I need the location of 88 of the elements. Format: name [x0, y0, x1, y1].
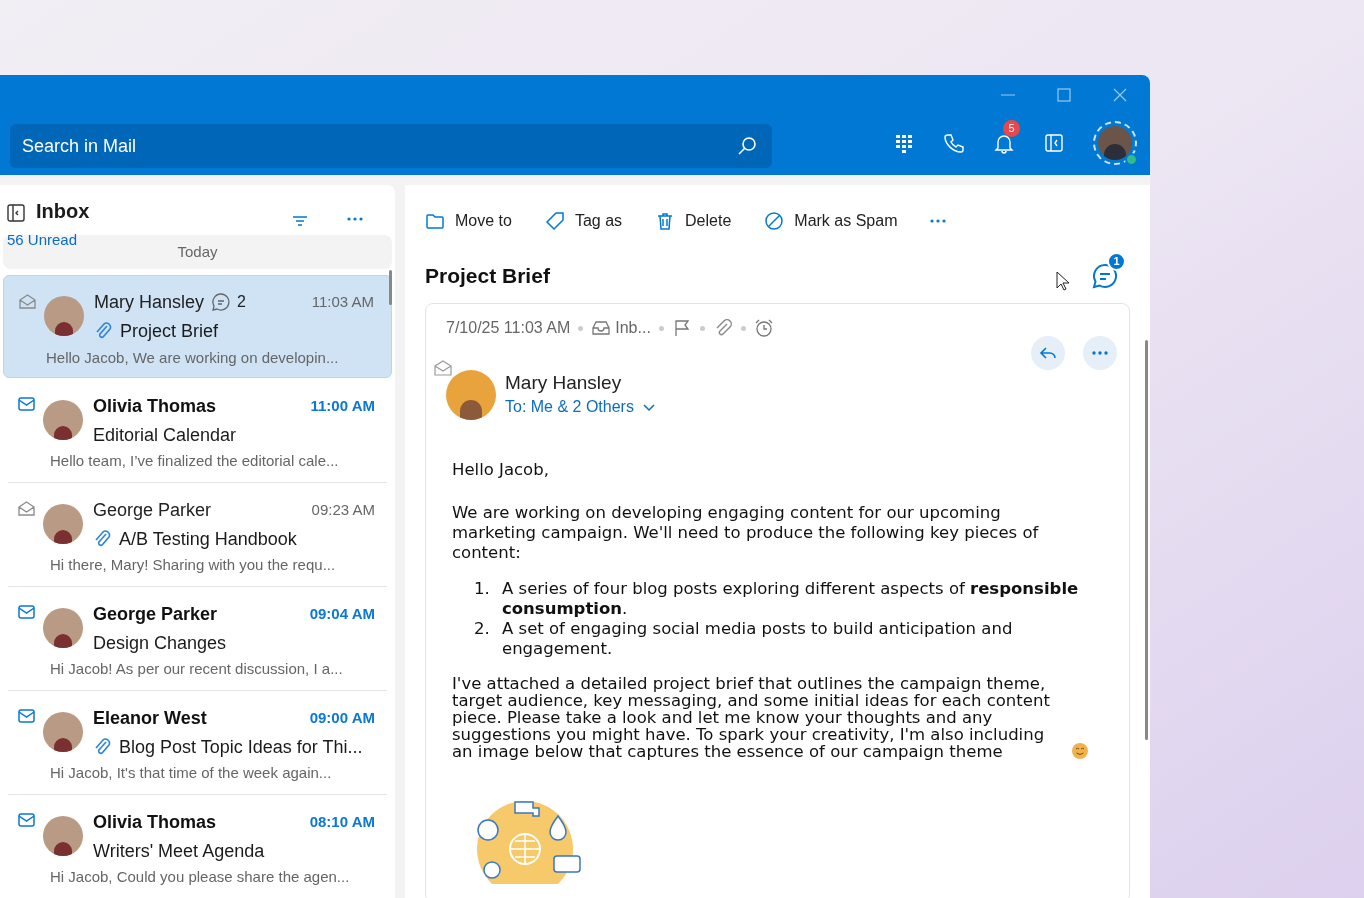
message-list-item[interactable]: Mary Hansley 2 11:03 AM Project Brief Hello Jacob, We are working on developin... [3, 275, 392, 378]
list-item-text: A series of four blog posts exploring different aspects of responsible consumption. [502, 578, 1080, 619]
avatar-photo [44, 296, 84, 336]
blocked-icon [764, 211, 785, 231]
more-icon [1092, 351, 1108, 355]
folder-icon [425, 211, 445, 231]
avatar-photo [43, 816, 83, 856]
sender-name: Eleanor West [93, 706, 207, 730]
message-preview: Hi Jacob, Could you please share the agen... [50, 867, 350, 887]
message-list-item[interactable]: Olivia Thomas 08:10 AM Writers' Meet Agenda Hi Jacob, Could you please share the agen... [8, 795, 387, 898]
message-folder: Inb... [615, 318, 651, 338]
received-time: 09:04 AM [309, 603, 375, 624]
bell-icon[interactable] [993, 132, 1015, 154]
toolbar-button[interactable]: Delete [655, 209, 732, 233]
smiling-face-icon [1071, 741, 1089, 760]
toolbar-button[interactable]: Move to [425, 209, 512, 233]
message-preview: Hello team, I’ve finalized the editorial cale... [50, 451, 339, 471]
reply-button[interactable] [1031, 336, 1065, 370]
comment-count: 2 [237, 292, 246, 312]
message-list-item[interactable]: George Parker 09:23 AM A/B Testing Handbook Hi there, Mary! Sharing with you the requ... [8, 483, 387, 587]
greeting-text: Hello Jacob, [452, 459, 550, 481]
avatar-photo [43, 712, 83, 752]
unread-count: 56 Unread [7, 230, 78, 250]
avatar-photo [43, 504, 83, 544]
more-actions-button[interactable] [1083, 336, 1117, 370]
avatar-photo [43, 400, 83, 440]
sender-avatar-photo [446, 370, 496, 420]
list-number: 2. [474, 618, 491, 640]
body-paragraph: I've attached a detailed project brief that outlines the campaign theme, target audience, key messaging, and some initial ideas for each content piece. Please take a look and let me know your thoughts and any suggestions you might have. To spark your creativity, I'm also including an image below that captures the essence of our campaign theme [452, 674, 1051, 760]
avatar-photo [43, 608, 83, 648]
message-subject: Project Brief [120, 319, 219, 343]
folder-title: Inbox [36, 199, 90, 223]
message-preview: Hi Jacob, It's that time of the week again... [50, 763, 332, 783]
notification-badge: 5 [1003, 120, 1020, 137]
tag-icon [544, 211, 565, 231]
search-icon[interactable] [736, 135, 758, 157]
sender-name: Olivia Thomas [93, 394, 217, 418]
phone-icon[interactable] [943, 132, 965, 154]
message-list-item[interactable]: George Parker 09:04 AM Design Changes Hi Jacob! As per our recent discussion, I a... [8, 587, 387, 691]
message-subject: Design Changes [93, 631, 227, 655]
message-subject: Editorial Calendar [93, 423, 237, 447]
message-list-item[interactable]: Olivia Thomas 11:00 AM Editorial Calendar Hello team, I’ve finalized the editorial cale... [8, 379, 387, 483]
sender-name: George Parker [93, 602, 218, 626]
envelope-icon[interactable] [18, 709, 35, 723]
recipients-link[interactable]: To: Me & 2 Others [505, 395, 634, 419]
inbox-tray-icon [591, 319, 612, 337]
list-item-text: A set of engaging social media posts to build anticipation and engagement. [502, 618, 1014, 659]
comment-icon [211, 292, 232, 312]
cursor-icon [1056, 271, 1070, 291]
received-time: 09:23 AM [311, 499, 375, 520]
sender-name: Olivia Thomas [93, 810, 217, 834]
message-preview: Hi Jacob! As per our recent discussion, I a... [50, 659, 343, 679]
more-icon[interactable] [930, 219, 947, 223]
envelope-open-icon[interactable] [18, 501, 35, 516]
envelope-icon[interactable] [18, 397, 35, 411]
received-time: 08:10 AM [309, 811, 375, 832]
scrollbar-thumb[interactable] [389, 270, 392, 305]
profile-avatar[interactable] [1093, 121, 1137, 165]
envelope-icon[interactable] [18, 605, 35, 619]
message-subject: Writers' Meet Agenda [93, 839, 265, 863]
more-icon[interactable] [347, 217, 363, 221]
sender-name: Mary Hansley [94, 290, 205, 314]
comment-count-badge: 1 [1107, 252, 1126, 271]
message-date: 7/10/25 11:03 AM [446, 318, 571, 338]
alarm-clock-icon[interactable] [753, 318, 774, 338]
message-subject: Blog Post Topic Ideas for Thi... [119, 735, 363, 759]
message-preview: Hello Jacob, We are working on developin... [46, 348, 339, 368]
scrollbar-thumb[interactable] [1145, 340, 1148, 740]
list-number: 1. [474, 578, 491, 600]
search-field[interactable]: Search in Mail [10, 124, 772, 168]
app-grid-icon[interactable] [893, 132, 915, 154]
envelope-open-icon [434, 360, 452, 376]
side-panel-icon[interactable] [1043, 132, 1065, 154]
sender-name: Mary Hansley [505, 371, 623, 395]
message-preview: Hi there, Mary! Sharing with you the requ... [50, 555, 336, 575]
message-subject: A/B Testing Handbook [119, 527, 297, 551]
toolbar-button[interactable]: Mark as Spam [764, 209, 898, 233]
received-time: 11:00 AM [310, 395, 375, 416]
message-list-item[interactable]: Eleanor West 09:00 AM Blog Post Topic Ideas for Thi... Hi Jacob, It's that time of the week again... [8, 691, 387, 795]
toolbar-button[interactable]: Tag as [544, 209, 623, 233]
envelope-open-icon[interactable] [19, 294, 36, 309]
sender-name: George Parker [93, 498, 212, 522]
received-time: 09:00 AM [309, 707, 375, 728]
message-subject: Project Brief [425, 263, 550, 290]
received-time: 11:03 AM [311, 291, 374, 312]
body-paragraph: We are working on developing engaging content for our upcoming marketing campaign. We'll need to produce the following key pieces of content: [452, 502, 1040, 563]
collapse-pane-icon[interactable] [7, 204, 25, 222]
envelope-icon[interactable] [18, 813, 35, 827]
